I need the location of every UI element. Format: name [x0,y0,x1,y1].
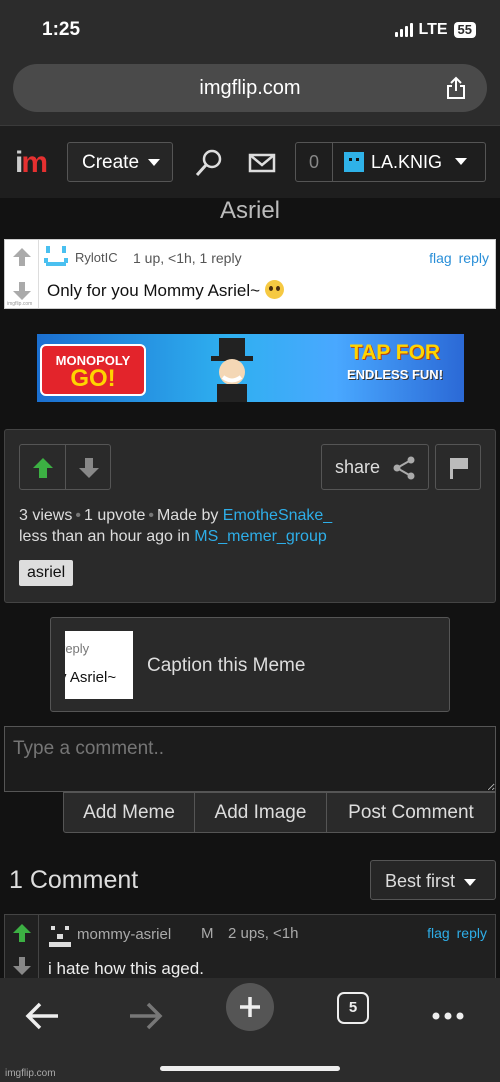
comment-actions: flag reply [420,925,487,941]
downvote-arrow-icon [13,282,31,300]
meme-info-panel: share 3 views • 1 upvote • Made by EmotheSna… [4,429,496,603]
comment-actions-row: Add Meme Add Image Post Comment [63,792,496,833]
upvote-button[interactable] [32,457,54,479]
forward-arrow-icon[interactable] [122,992,170,1040]
flag-link: flag [429,250,452,266]
comment-actions: flag reply [422,250,489,266]
comment: mommy-asriel M 2 ups, <1h flag reply i ha… [4,914,496,980]
reply-link: reply [458,250,489,266]
url-text: imgflip.com [199,77,301,99]
more-icon[interactable] [424,992,472,1040]
site-header: im Create 0 LA.KNIG [0,125,500,198]
new-tab-button[interactable] [226,983,274,1031]
meme-time: less than an hour ago in MS_memer_group [19,528,327,545]
plus-icon [240,997,260,1017]
downvote-button[interactable] [12,956,32,976]
browser-toolbar: 5 imgflip.com [0,978,500,1082]
imgflip-logo[interactable]: im [15,146,48,180]
ad-banner[interactable]: MONOPOLY GO! TAP FOR ENDLESS FUN! [37,334,464,402]
home-indicator [160,1066,340,1071]
avatar [344,152,364,172]
downvote-button[interactable] [78,457,100,479]
avatar [44,246,68,266]
avatar [49,926,71,947]
caption-this-meme-button[interactable]: reply y Asriel~ Caption this Meme [50,617,450,712]
chevron-down-icon [464,878,477,886]
image-credit: imgflip.com [7,301,33,307]
chevron-down-icon [148,159,161,167]
comment-input[interactable] [4,726,496,792]
upvote-arrow-icon [13,248,31,266]
meme-thumbnail: reply y Asriel~ [65,631,133,699]
vote-column [5,240,39,308]
status-time: 1:25 [42,19,81,40]
comment-meta: 2 ups, <1h [228,925,299,942]
flag-button[interactable] [435,444,481,490]
comment-username: RylotIC [75,250,118,265]
tabs-button[interactable]: 5 [337,992,369,1024]
network-label: LTE [418,21,448,38]
share-icon [393,456,415,480]
chevron-down-icon [455,158,468,165]
comment-meta: 1 up, <1h, 1 reply [133,250,242,266]
imgflip-credit: imgflip.com [5,1068,56,1079]
add-meme-button[interactable]: Add Meme [63,792,195,833]
notification-count[interactable]: 0 [295,142,333,182]
vote-column [5,915,39,979]
group-link[interactable]: MS_memer_group [194,528,327,545]
post-comment-button[interactable]: Post Comment [327,792,496,833]
user-menu-button[interactable]: LA.KNIG [333,142,486,182]
caption-label: Caption this Meme [147,655,306,676]
pleading-face-icon [264,280,284,299]
comments-count: 1 Comment [9,866,139,894]
comment-image: RylotIC 1 up, <1h, 1 reply flag reply Onl… [4,239,496,309]
reply-link[interactable]: reply [457,925,487,941]
page-title: Asriel [219,197,280,224]
author-link[interactable]: EmotheSnake_ [223,507,332,524]
ad-cta: TAP FOR ENDLESS FUN! [346,341,444,383]
share-icon[interactable] [445,76,467,100]
mail-icon[interactable] [247,148,277,178]
share-button[interactable]: share [321,444,429,490]
create-button[interactable]: Create [67,142,173,182]
signal-icon [394,23,413,37]
username: LA.KNIG [371,152,443,172]
address-bar[interactable]: imgflip.com [13,64,487,112]
user-badge: M [201,925,214,942]
browser-chrome-top: 1:25 LTE 55 imgflip.com [0,0,500,125]
add-image-button[interactable]: Add Image [195,792,327,833]
comment-text: i hate how this aged. [48,959,204,978]
search-icon[interactable] [194,148,224,178]
status-indicators: LTE 55 [394,21,476,39]
flag-link[interactable]: flag [427,925,450,941]
comment-username[interactable]: mommy-asriel [77,926,171,943]
mascot-icon [211,338,253,402]
tag-asriel[interactable]: asriel [19,560,74,586]
meme-stats: 3 views • 1 upvote • Made by EmotheSnake_ [19,507,333,524]
upvote-button[interactable] [12,923,32,943]
battery-icon: 55 [453,22,476,38]
vote-box [19,444,111,490]
ad-brand: MONOPOLY GO! [40,344,146,396]
sort-dropdown[interactable]: Best first [370,860,496,900]
comment-text: Only for you Mommy Asriel~ [47,280,284,301]
back-arrow-icon[interactable] [18,992,66,1040]
flag-icon [450,458,468,479]
